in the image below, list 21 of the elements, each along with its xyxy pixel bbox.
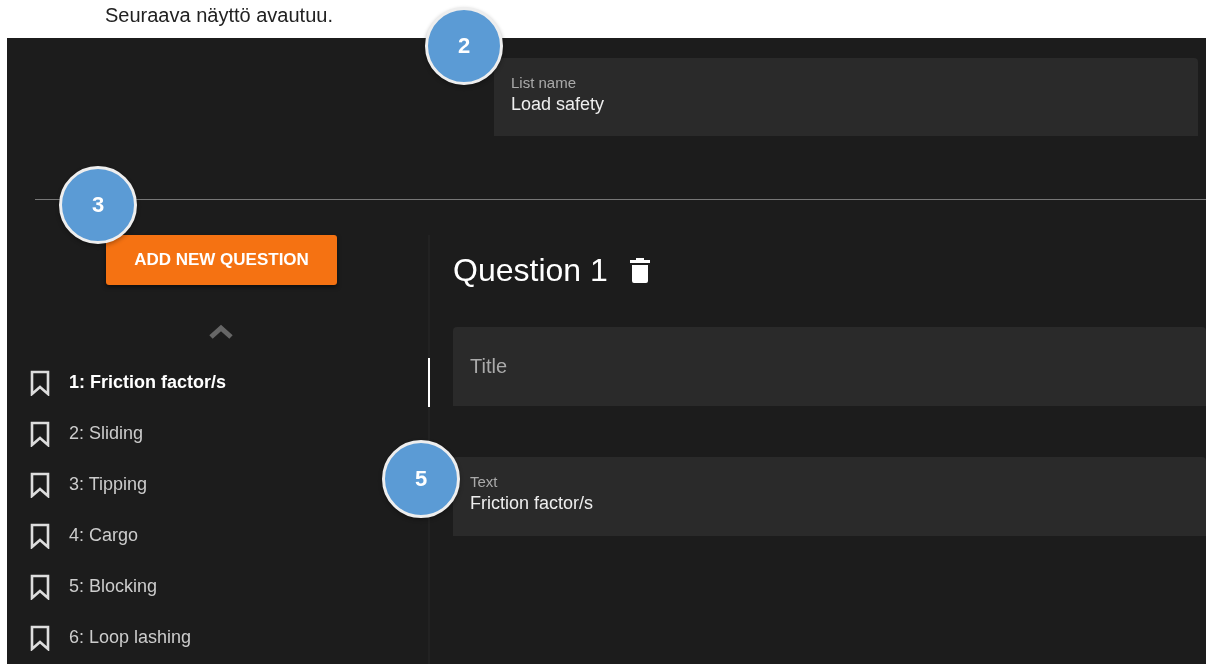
callout-badge: 2 (425, 7, 503, 85)
bookmark-icon (30, 522, 50, 549)
text-field[interactable]: Text Friction factor/s (453, 457, 1206, 536)
bookmark-icon (30, 420, 50, 447)
selection-indicator (428, 358, 430, 407)
question-list-item[interactable]: 3: Tipping (7, 459, 156, 510)
list-name-field[interactable]: List name Load safety (494, 58, 1198, 136)
question-list-item[interactable]: 2: Sliding (7, 408, 152, 459)
question-list-item[interactable]: 6: Loop lashing (7, 612, 200, 663)
question-list-item[interactable]: 1: Friction factor/s (7, 357, 235, 408)
bookmark-icon (30, 573, 50, 600)
question-heading: Question 1 (453, 251, 608, 289)
trash-icon[interactable] (629, 257, 650, 283)
bookmark-icon (30, 369, 50, 396)
question-list-item[interactable]: 5: Blocking (7, 561, 166, 612)
caption-text: Seuraava näyttö avautuu. (104, 3, 334, 28)
chevron-up-icon[interactable] (208, 324, 234, 340)
question-list-item[interactable]: 4: Cargo (7, 510, 147, 561)
bookmark-icon (30, 471, 50, 498)
bookmark-icon (30, 624, 50, 651)
title-field[interactable]: Title (453, 327, 1206, 406)
